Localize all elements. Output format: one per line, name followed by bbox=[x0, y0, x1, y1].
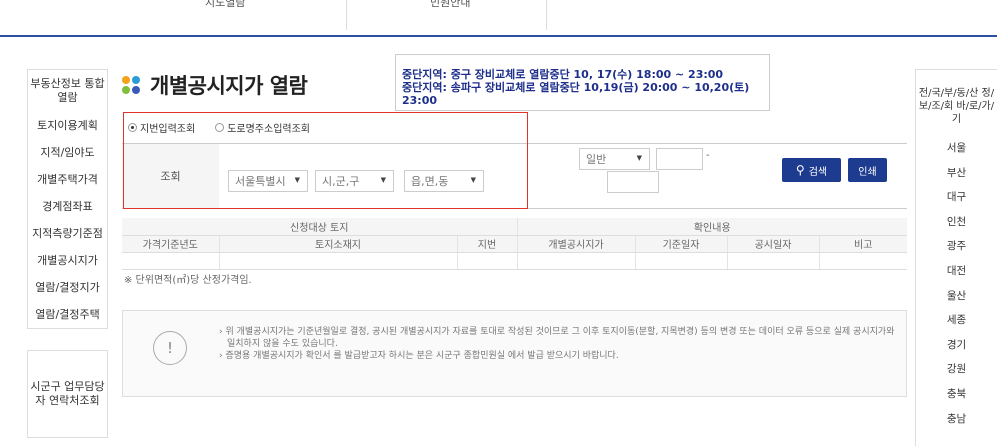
lot-dash: - bbox=[706, 150, 710, 161]
print-button[interactable]: 인쇄 bbox=[848, 158, 887, 182]
region-link-daegu[interactable]: 대구 bbox=[916, 185, 997, 210]
sidebar-item-view-house[interactable]: 열람/결정주택 bbox=[28, 301, 107, 328]
chevron-down-icon: ▼ bbox=[636, 154, 642, 162]
region-link-daejeon[interactable]: 대전 bbox=[916, 259, 997, 284]
region-link-incheon[interactable]: 인천 bbox=[916, 210, 997, 235]
region-link-chungbuk[interactable]: 충북 bbox=[916, 382, 997, 407]
region-link-seoul[interactable]: 서울 bbox=[916, 136, 997, 161]
column-header: 토지소재지 bbox=[218, 235, 457, 253]
title-dots-icon bbox=[122, 75, 142, 95]
sidebar-item-land-price[interactable]: 개별공시지가 bbox=[28, 247, 107, 274]
outage-notice: 중단지역: 중구 장비교체로 열람중단 10, 17(수) 18:00 ~ 23… bbox=[395, 54, 770, 111]
tab-civil[interactable]: 민원안내 bbox=[430, 0, 470, 10]
sidebar-item-view-land-price[interactable]: 열람/결정지가 bbox=[28, 274, 107, 301]
sidebar-item-boundary[interactable]: 경계점좌표 bbox=[28, 193, 107, 220]
notice-line: 중단지역: 중구 장비교체로 열람중단 10, 17(수) 18:00 ~ 23… bbox=[402, 68, 724, 81]
column-header: 가격기준년도 bbox=[122, 235, 219, 253]
print-button-label: 인쇄 bbox=[858, 166, 877, 178]
tab-divider bbox=[346, 0, 347, 30]
land-type-value: 일반 bbox=[586, 153, 607, 166]
sidebar-item-survey-point[interactable]: 지적측량기준점 bbox=[28, 220, 107, 247]
tab-map[interactable]: 지도열람 bbox=[205, 0, 245, 10]
column-header: 공시일자 bbox=[726, 235, 819, 253]
info-line: › 위 개별공시지가는 기준년월일로 결정, 공시된 개별공시지가 자료를 토대… bbox=[219, 327, 895, 337]
sidebar-item-house-price[interactable]: 개별주택가격 bbox=[28, 166, 107, 193]
region-link-busan[interactable]: 부산 bbox=[916, 161, 997, 186]
search-icon: ⚲ bbox=[795, 163, 805, 177]
highlight-box bbox=[123, 112, 528, 209]
region-link-gangwon[interactable]: 강원 bbox=[916, 357, 997, 382]
page-header: 개별공시지가 열람 bbox=[122, 70, 308, 100]
notice-line: 중단지역: 송파구 장비교체로 열람중단 10,19(금) 20:00 ~ 10… bbox=[402, 81, 750, 107]
info-box: ! › 위 개별공시지가는 기준년월일로 결정, 공시된 개별공시지가 자료를 … bbox=[122, 310, 907, 397]
top-navigation: 지도열람 민원안내 bbox=[0, 0, 997, 36]
column-header: 지번 bbox=[456, 235, 517, 253]
results-table: 신청대상 토지 확인내용 가격기준년도 토지소재지 지번 개별공시지가 기준일자… bbox=[122, 218, 907, 270]
unit-note: ※ 단위면적(㎡)당 산정가격임. bbox=[124, 275, 252, 286]
region-link-sejong[interactable]: 세종 bbox=[916, 308, 997, 333]
sidebar-item-integrated[interactable]: 부동산정보 통합 열람 bbox=[28, 70, 107, 112]
region-sidebar: 전/국/부/동/산 정/보/조/회 바/로/가/기 서울 부산 대구 인천 광주… bbox=[915, 69, 997, 446]
region-sidebar-title: 전/국/부/동/산 정/보/조/회 바/로/가/기 bbox=[918, 88, 995, 125]
column-header: 비고 bbox=[818, 235, 907, 253]
region-link-gwangju[interactable]: 광주 bbox=[916, 234, 997, 259]
region-link-chungnam[interactable]: 충남 bbox=[916, 407, 997, 432]
land-type-select[interactable]: 일반 ▼ bbox=[579, 148, 650, 170]
tab-divider bbox=[546, 0, 547, 30]
search-button-label: 검색 bbox=[808, 166, 828, 178]
sidebar-item-land-use[interactable]: 토지이용계획 bbox=[28, 112, 107, 139]
table-group-header: 신청대상 토지 bbox=[122, 218, 517, 236]
table-group-header: 확인내용 bbox=[516, 218, 907, 236]
region-link-gyeonggi[interactable]: 경기 bbox=[916, 333, 997, 358]
left-sidebar: 부동산정보 통합 열람 토지이용계획 지적/임야도 개별주택가격 경계점좌표 지… bbox=[27, 69, 108, 329]
sidebar-item-cadastral-map[interactable]: 지적/임야도 bbox=[28, 139, 107, 166]
contact-lookup-button[interactable]: 시군구 업무담당자 연락처조회 bbox=[27, 350, 108, 438]
info-line: 일치하지 않을 수도 있습니다. bbox=[227, 339, 338, 349]
region-link-ulsan[interactable]: 울산 bbox=[916, 284, 997, 309]
page-title: 개별공시지가 열람 bbox=[150, 74, 308, 98]
column-header: 개별공시지가 bbox=[516, 235, 635, 253]
info-line: › 증명용 개별공시지가 확인서 를 발급받고자 하시는 분은 시군구 종합민원… bbox=[219, 351, 619, 361]
info-icon: ! bbox=[153, 331, 187, 365]
table-row bbox=[122, 252, 907, 270]
sub-lot-input[interactable] bbox=[607, 171, 659, 193]
header-divider bbox=[0, 35, 997, 37]
main-lot-input[interactable] bbox=[656, 148, 703, 170]
column-header: 기준일자 bbox=[634, 235, 727, 253]
search-button[interactable]: ⚲ 검색 bbox=[782, 158, 841, 182]
